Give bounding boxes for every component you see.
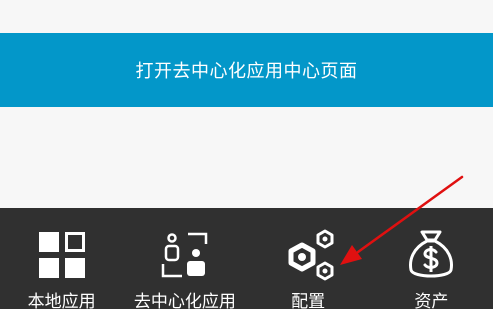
money-bag-icon: [404, 228, 458, 282]
settings-gears-icon: [281, 228, 335, 282]
tab-local-apps[interactable]: 本地应用: [0, 208, 123, 309]
tab-label-settings: 配置: [291, 292, 326, 309]
tab-label-assets: 资产: [414, 292, 449, 309]
grid-icon: [35, 228, 89, 282]
tab-label-local-apps: 本地应用: [27, 292, 96, 309]
tab-dapps[interactable]: 去中心化应用: [123, 208, 246, 309]
bottom-tab-bar: 本地应用 去中心化应用 配置 资产: [0, 208, 493, 309]
dapp-icon: [158, 228, 212, 282]
tab-assets[interactable]: 资产: [370, 208, 493, 309]
open-dapp-center-button[interactable]: 打开去中心化应用中心页面: [0, 33, 493, 107]
tab-settings[interactable]: 配置: [247, 208, 370, 309]
tab-label-dapps: 去中心化应用: [133, 292, 236, 309]
